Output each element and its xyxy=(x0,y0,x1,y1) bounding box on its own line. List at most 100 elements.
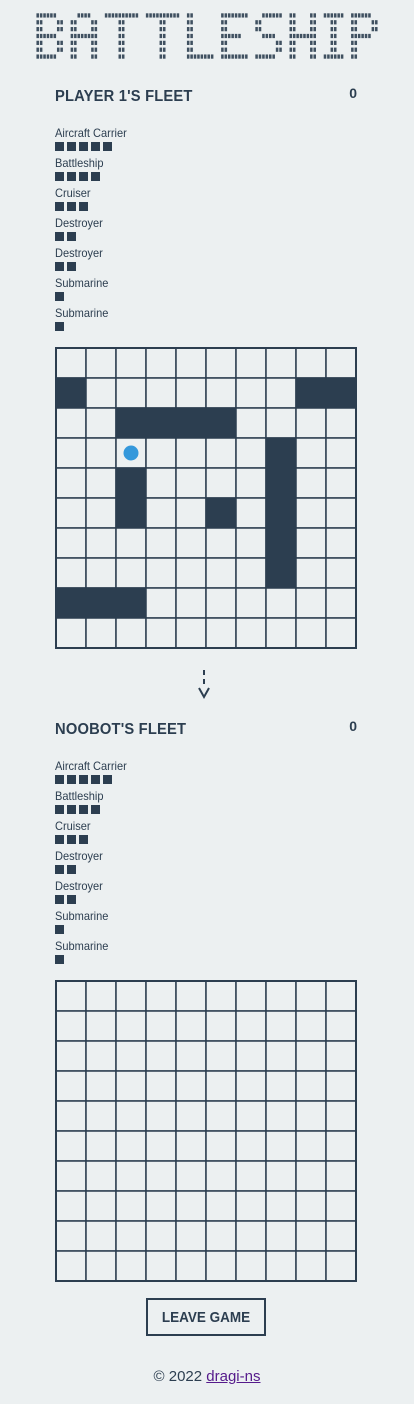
board-cell[interactable] xyxy=(55,980,87,1012)
board-cell[interactable] xyxy=(115,1190,147,1222)
board-cell[interactable] xyxy=(85,1040,117,1072)
board-cell[interactable] xyxy=(145,1130,177,1162)
board-cell[interactable] xyxy=(265,1010,297,1042)
board-cell[interactable] xyxy=(325,1250,357,1282)
board-cell[interactable] xyxy=(265,1130,297,1162)
board-cell[interactable] xyxy=(265,1070,297,1102)
board-cell[interactable] xyxy=(115,1010,147,1042)
board-cell[interactable] xyxy=(205,980,237,1012)
board-cell[interactable] xyxy=(265,1160,297,1192)
board-cell[interactable] xyxy=(115,1160,147,1192)
board-cell[interactable] xyxy=(295,1040,327,1072)
board-cell[interactable] xyxy=(115,1250,147,1282)
board-cell[interactable] xyxy=(55,1010,87,1042)
board-cell[interactable] xyxy=(325,1160,357,1192)
board-cell[interactable] xyxy=(175,1070,207,1102)
board-cell[interactable] xyxy=(85,1130,117,1162)
board-cell[interactable] xyxy=(325,1070,357,1102)
board-cell[interactable] xyxy=(235,1250,267,1282)
board-cell[interactable] xyxy=(295,1130,327,1162)
board-cell[interactable] xyxy=(205,1040,237,1072)
board-cell[interactable] xyxy=(235,1070,267,1102)
board-cell[interactable] xyxy=(145,1220,177,1252)
board-cell[interactable] xyxy=(295,1220,327,1252)
board-cell[interactable] xyxy=(85,1190,117,1222)
board-cell[interactable] xyxy=(265,1190,297,1222)
board-cell[interactable] xyxy=(115,1040,147,1072)
board-cell[interactable] xyxy=(205,1220,237,1252)
board-cell[interactable] xyxy=(55,1250,87,1282)
board-cell[interactable] xyxy=(295,1190,327,1222)
board-cell[interactable] xyxy=(205,1070,237,1102)
board-cell[interactable] xyxy=(265,1040,297,1072)
board-cell[interactable] xyxy=(205,1010,237,1042)
board-cell[interactable] xyxy=(85,1220,117,1252)
board-cell[interactable] xyxy=(235,1220,267,1252)
board-cell[interactable] xyxy=(115,980,147,1012)
board-cell[interactable] xyxy=(265,1100,297,1132)
board-cell[interactable] xyxy=(325,1100,357,1132)
author-link[interactable]: dragi-ns xyxy=(206,1368,260,1385)
board-cell[interactable] xyxy=(325,1130,357,1162)
board-cell[interactable] xyxy=(55,1160,87,1192)
board-cell[interactable] xyxy=(175,1250,207,1282)
board-cell[interactable] xyxy=(85,1100,117,1132)
board-cell[interactable] xyxy=(115,1130,147,1162)
board-cell[interactable] xyxy=(175,1160,207,1192)
board-cell[interactable] xyxy=(295,1070,327,1102)
board-cell[interactable] xyxy=(115,1100,147,1132)
board-cell[interactable] xyxy=(295,1160,327,1192)
board-cell[interactable] xyxy=(325,1190,357,1222)
board-cell[interactable] xyxy=(55,1220,87,1252)
board-cell[interactable] xyxy=(55,1190,87,1222)
board-cell[interactable] xyxy=(145,980,177,1012)
board-cell[interactable] xyxy=(175,1100,207,1132)
board-cell[interactable] xyxy=(145,1070,177,1102)
board-cell[interactable] xyxy=(55,1070,87,1102)
board-cell[interactable] xyxy=(235,1010,267,1042)
board-cell[interactable] xyxy=(145,1250,177,1282)
board-cell[interactable] xyxy=(85,980,117,1012)
board-cell[interactable] xyxy=(145,1010,177,1042)
board-cell[interactable] xyxy=(175,1010,207,1042)
board-cell[interactable] xyxy=(295,1010,327,1042)
board-cell[interactable] xyxy=(85,1250,117,1282)
board-cell[interactable] xyxy=(115,1070,147,1102)
board-cell[interactable] xyxy=(235,1190,267,1222)
board-cell[interactable] xyxy=(175,1220,207,1252)
board-cell[interactable] xyxy=(175,1040,207,1072)
board-cell[interactable] xyxy=(145,1190,177,1222)
board-cell[interactable] xyxy=(325,1220,357,1252)
board-cell[interactable] xyxy=(145,1100,177,1132)
board-cell[interactable] xyxy=(85,1160,117,1192)
board-cell[interactable] xyxy=(205,1160,237,1192)
board-cell[interactable] xyxy=(235,1130,267,1162)
board-cell[interactable] xyxy=(205,1100,237,1132)
board-cell[interactable] xyxy=(325,1010,357,1042)
board-cell[interactable] xyxy=(325,980,357,1012)
board-cell[interactable] xyxy=(55,1040,87,1072)
board-cell[interactable] xyxy=(265,980,297,1012)
enemy-board[interactable] xyxy=(55,980,357,1282)
board-cell[interactable] xyxy=(55,1130,87,1162)
board-cell[interactable] xyxy=(235,1160,267,1192)
board-cell[interactable] xyxy=(295,980,327,1012)
board-cell[interactable] xyxy=(295,1250,327,1282)
board-cell[interactable] xyxy=(145,1160,177,1192)
board-cell[interactable] xyxy=(115,1220,147,1252)
board-cell[interactable] xyxy=(175,1190,207,1222)
board-cell[interactable] xyxy=(235,1100,267,1132)
board-cell[interactable] xyxy=(85,1010,117,1042)
board-cell[interactable] xyxy=(325,1040,357,1072)
board-cell[interactable] xyxy=(145,1040,177,1072)
board-cell[interactable] xyxy=(55,1100,87,1132)
leave-game-button[interactable]: LEAVE GAME xyxy=(146,1298,266,1336)
board-cell[interactable] xyxy=(265,1220,297,1252)
board-cell[interactable] xyxy=(175,1130,207,1162)
board-cell[interactable] xyxy=(265,1250,297,1282)
board-cell[interactable] xyxy=(235,1040,267,1072)
board-cell[interactable] xyxy=(295,1100,327,1132)
board-cell[interactable] xyxy=(175,980,207,1012)
board-cell[interactable] xyxy=(85,1070,117,1102)
board-cell[interactable] xyxy=(235,980,267,1012)
